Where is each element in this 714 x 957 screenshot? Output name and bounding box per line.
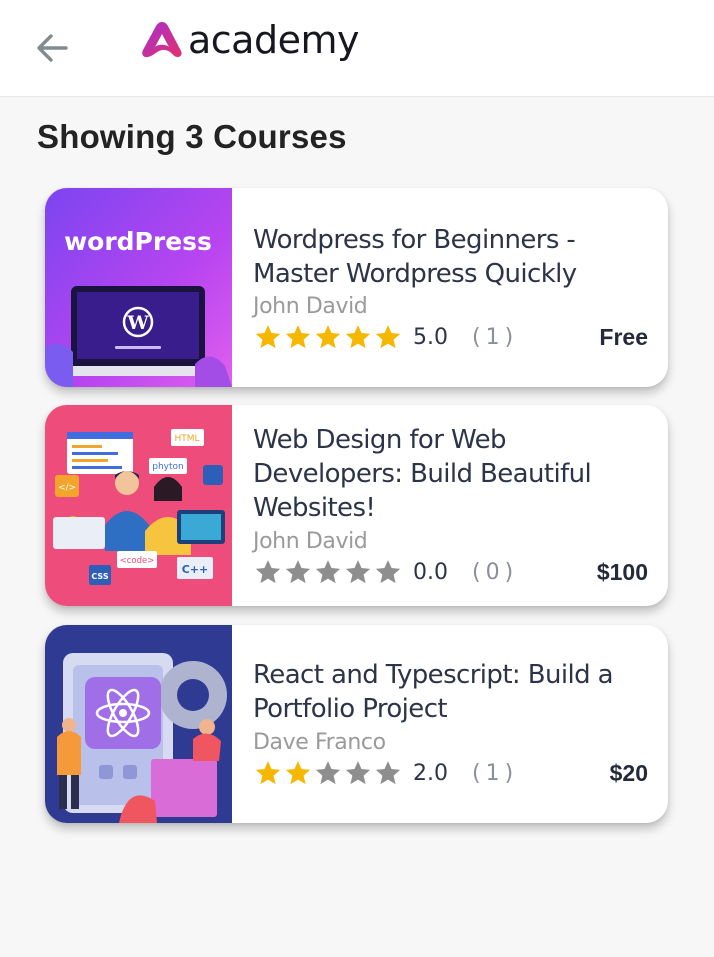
thumbnail-wordpress-text: wordPress xyxy=(64,227,212,256)
rating-row: 2.0 (1) $20 xyxy=(253,756,648,790)
course-info: Web Design for Web Developers: Build Bea… xyxy=(253,405,648,606)
price-label: $100 xyxy=(596,559,648,585)
star-rating xyxy=(253,323,403,351)
star-filled-icon xyxy=(255,761,281,785)
app-header: academy xyxy=(0,0,714,97)
course-card-wordpress[interactable]: wordPress W Wordpress for Beginners - Ma… xyxy=(45,188,668,387)
course-card-web-design[interactable]: HTML phyton </> <code> C++ CSS Web Desig… xyxy=(45,405,668,606)
course-title-line: React and Typescript: Build a xyxy=(253,660,614,690)
star-filled-icon xyxy=(315,325,341,349)
star-empty-icon xyxy=(255,560,281,584)
course-card-react-typescript[interactable]: React and Typescript: Build a Portfolio … xyxy=(45,625,668,823)
star-empty-icon xyxy=(345,761,371,785)
review-count: (1) xyxy=(472,324,519,350)
rating-row: 0.0 (0) $100 xyxy=(253,555,648,589)
course-title-line: Web Design for Web xyxy=(253,425,506,455)
rating-value: 5.0 xyxy=(413,324,448,350)
academy-logo: academy xyxy=(140,16,359,64)
star-empty-icon xyxy=(345,560,371,584)
star-empty-icon xyxy=(315,560,341,584)
course-title-line: Websites! xyxy=(253,493,376,523)
logo-text: academy xyxy=(188,18,359,62)
rating-value: 2.0 xyxy=(413,760,448,786)
svg-text:W: W xyxy=(126,312,149,334)
back-button[interactable] xyxy=(30,26,74,70)
thumb-css-label: CSS xyxy=(91,572,108,581)
instructor-name: John David xyxy=(253,294,368,319)
arrow-left-icon xyxy=(37,34,68,62)
thumb-code-label: <code> xyxy=(120,556,155,566)
star-empty-icon xyxy=(285,560,311,584)
thumb-phyton-label: phyton xyxy=(152,462,183,472)
star-empty-icon xyxy=(375,560,401,584)
star-filled-icon xyxy=(255,325,281,349)
star-filled-icon xyxy=(345,325,371,349)
thumb-html-label: HTML xyxy=(174,434,199,444)
course-title-line: Portfolio Project xyxy=(253,694,448,724)
course-thumbnail-react xyxy=(45,625,232,823)
price-label: $20 xyxy=(609,760,648,786)
course-thumbnail-wordpress: wordPress W xyxy=(45,188,232,387)
rating-row: 5.0 (1) Free xyxy=(253,320,648,354)
course-info: React and Typescript: Build a Portfolio … xyxy=(253,625,648,823)
course-title-line: Wordpress for Beginners - xyxy=(253,225,576,255)
academy-logo-icon xyxy=(142,22,182,58)
star-rating xyxy=(253,558,403,586)
rating-value: 0.0 xyxy=(413,559,448,585)
star-empty-icon xyxy=(315,761,341,785)
review-count: (1) xyxy=(472,760,519,786)
instructor-name: John David xyxy=(253,529,368,554)
course-info: Wordpress for Beginners - Master Wordpre… xyxy=(253,188,648,387)
page-title: Showing 3 Courses xyxy=(37,118,347,155)
review-count: (0) xyxy=(472,559,519,585)
course-title-line: Master Wordpress Quickly xyxy=(253,259,577,289)
course-thumbnail-web-design: HTML phyton </> <code> C++ CSS xyxy=(45,405,232,606)
thumb-cpp-label: C++ xyxy=(182,563,209,576)
thumb-tag-label: </> xyxy=(58,483,76,493)
star-filled-icon xyxy=(285,325,311,349)
star-empty-icon xyxy=(375,761,401,785)
star-filled-icon xyxy=(285,761,311,785)
star-rating xyxy=(253,759,403,787)
course-title-line: Developers: Build Beautiful xyxy=(253,459,592,489)
price-label: Free xyxy=(599,324,648,350)
star-filled-icon xyxy=(375,325,401,349)
instructor-name: Dave Franco xyxy=(253,730,386,755)
